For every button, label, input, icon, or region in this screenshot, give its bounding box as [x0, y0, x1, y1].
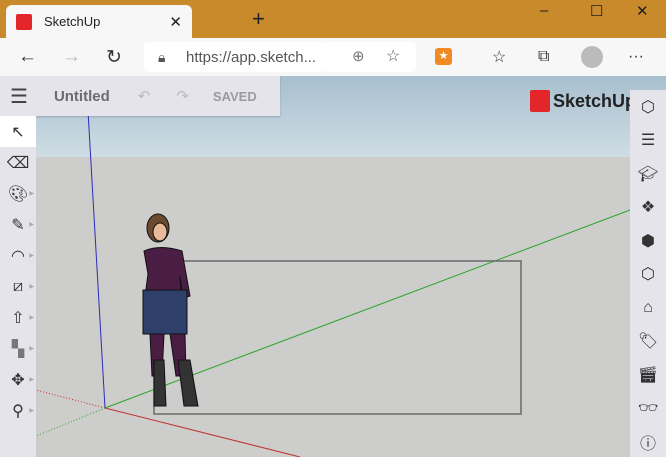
- browser-tab[interactable]: SketchUp ✕: [6, 5, 192, 38]
- sketchup-logo: SketchUp: [530, 90, 636, 112]
- more-menu-icon[interactable]: ···: [628, 48, 644, 66]
- instructor-button[interactable]: 🎓︎: [630, 157, 666, 191]
- warehouse-button[interactable]: ⌂: [630, 291, 666, 325]
- app-header: ☰ Untitled ↶ ↷ SAVED: [0, 76, 280, 116]
- tag-icon: 🏷︎: [637, 333, 659, 351]
- push-pull-icon: ⇧: [11, 309, 25, 327]
- glasses-icon: 👓︎: [637, 400, 659, 418]
- model-scene: [35, 76, 631, 457]
- new-tab-button[interactable]: +: [252, 6, 265, 32]
- materials-icon: ❖: [640, 199, 656, 217]
- blue-axis: [85, 76, 106, 409]
- paint-bucket-icon: 🎨︎: [7, 185, 29, 203]
- materials-button[interactable]: ❖: [630, 191, 666, 225]
- clapperboard-icon: 🎬︎: [637, 366, 659, 384]
- favorites-icon[interactable]: ☆: [492, 47, 506, 67]
- close-window-button[interactable]: ✕: [636, 2, 649, 20]
- arc-tool[interactable]: ◠ ▶: [0, 240, 36, 271]
- 3d-viewport[interactable]: ☰ Untitled ↶ ↷ SAVED SketchUp ↖ ⌫ 🎨︎ ▶ ✎ ▶…: [0, 76, 666, 457]
- back-button[interactable]: ←: [18, 46, 37, 68]
- entity-info-button[interactable]: ⬡: [630, 90, 666, 124]
- select-arrow-icon: ↖: [11, 123, 25, 141]
- browser-titlebar: SketchUp ✕ + – ☐ ✕: [0, 0, 666, 38]
- tab-title: SketchUp: [44, 14, 101, 29]
- eraser-tool[interactable]: ⌫: [0, 147, 36, 178]
- pencil-tool[interactable]: ✎ ▶: [0, 209, 36, 240]
- select-tool[interactable]: ↖: [0, 116, 36, 147]
- buildings-icon: ⌂: [643, 298, 653, 316]
- profile-avatar[interactable]: [581, 46, 603, 68]
- green-axis-negative: [35, 407, 106, 437]
- close-tab-icon[interactable]: ✕: [169, 13, 182, 31]
- rectangle-face: [153, 260, 522, 415]
- person-figure: [142, 213, 199, 407]
- graduation-cap-icon: 🎓︎: [637, 165, 659, 183]
- address-bar-actions: ⊕ ☆: [326, 42, 416, 72]
- left-toolbar: ↖ ⌫ 🎨︎ ▶ ✎ ▶ ◠ ▶ ⧄ ▶ ⇧ ▶ ▚ ▶ ✥ ▶ ⚲ ▶: [0, 116, 36, 457]
- outliner-button[interactable]: ☰: [630, 124, 666, 158]
- outliner-icon: ☰: [640, 132, 656, 150]
- undo-button[interactable]: ↶: [138, 87, 151, 105]
- address-bar[interactable]: 🔒︎ https://app.sketch...: [144, 42, 326, 72]
- eraser-icon: ⌫: [6, 154, 30, 172]
- solid-inspector-button[interactable]: ⬡: [630, 258, 666, 292]
- browser-navbar: ← → ↻ 🔒︎ https://app.sketch... ⊕ ☆ ★ ☆ ⧉…: [0, 38, 666, 76]
- refresh-button[interactable]: ↻: [106, 46, 122, 69]
- favorite-star-icon[interactable]: ☆: [386, 46, 400, 66]
- extension-icon[interactable]: ★: [435, 48, 452, 65]
- tags-button[interactable]: 🏷︎: [630, 325, 666, 359]
- red-axis: [104, 407, 301, 457]
- collections-icon[interactable]: ⧉: [538, 48, 549, 66]
- paint-bucket-tool[interactable]: 🎨︎ ▶: [0, 178, 36, 209]
- pencil-icon: ✎: [11, 216, 25, 234]
- tape-measure-icon: ⚲: [12, 402, 24, 420]
- model-info-button[interactable]: ⓘ: [630, 425, 666, 457]
- red-axis-negative: [35, 389, 106, 409]
- url-text: https://app.sketch...: [186, 48, 317, 66]
- rectangle-tool[interactable]: ⧄ ▶: [0, 271, 36, 302]
- move-tool[interactable]: ✥ ▶: [0, 364, 36, 395]
- offset-icon: ▚: [11, 340, 25, 358]
- components-icon: ⬢: [641, 232, 655, 250]
- hamburger-menu-icon[interactable]: ☰: [10, 84, 28, 109]
- push-pull-tool[interactable]: ⇧ ▶: [0, 302, 36, 333]
- scenes-button[interactable]: 🎬︎: [630, 358, 666, 392]
- offset-tool[interactable]: ▚ ▶: [0, 333, 36, 364]
- tape-measure-tool[interactable]: ⚲ ▶: [0, 395, 36, 426]
- rectangle-icon: ⧄: [12, 277, 24, 295]
- components-button[interactable]: ⬢: [630, 224, 666, 258]
- lock-icon: 🔒︎: [158, 48, 166, 65]
- cube-icon: ⬡: [641, 266, 655, 284]
- entity-info-icon: ⬡: [641, 98, 655, 116]
- maximize-button[interactable]: ☐: [590, 2, 603, 20]
- save-status: SAVED: [212, 88, 257, 104]
- model-info-icon: ⓘ: [639, 435, 656, 453]
- right-panel-toolbar: ⬡ ☰ 🎓︎ ❖ ⬢ ⬡ ⌂ 🏷︎ 🎬︎ 👓︎ ⓘ: [630, 90, 666, 457]
- minimize-button[interactable]: –: [540, 2, 548, 19]
- add-icon[interactable]: ⊕: [352, 47, 365, 65]
- arc-icon: ◠: [11, 247, 25, 265]
- sketchup-favicon-icon: [16, 13, 32, 30]
- redo-button[interactable]: ↷: [176, 87, 189, 105]
- forward-button[interactable]: →: [62, 46, 81, 68]
- model-title[interactable]: Untitled: [54, 88, 110, 105]
- move-icon: ✥: [11, 371, 25, 389]
- display-button[interactable]: 👓︎: [630, 392, 666, 426]
